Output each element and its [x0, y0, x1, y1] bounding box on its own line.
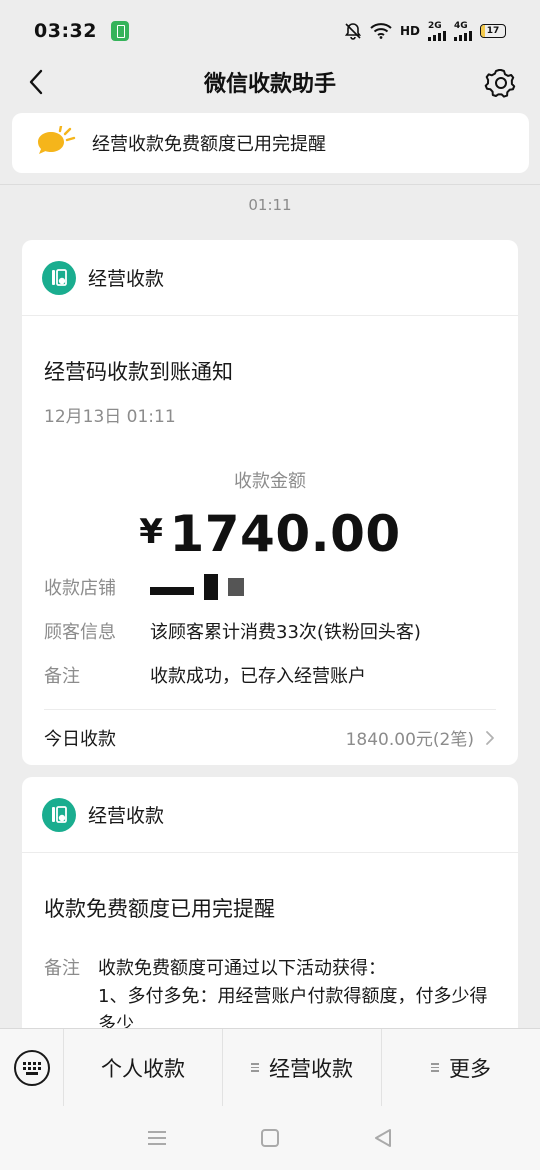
notification-date: 12月13日 01:11: [44, 407, 176, 427]
remark-value: 收款成功，已存入经营账户: [150, 666, 366, 687]
reminder-title: 收款免费额度已用完提醒: [44, 897, 275, 921]
card-header: 经营收款: [22, 240, 518, 316]
reminder-remark-label: 备注: [44, 958, 80, 979]
divider: [0, 184, 540, 185]
back-arrow-icon: [29, 69, 43, 95]
customer-row: 顾客信息 该顾客累计消费33次(铁粉回头客): [44, 609, 496, 653]
today-income-label: 今日收款: [44, 728, 116, 750]
shop-label: 收款店铺: [44, 578, 116, 599]
wifi-icon: [370, 23, 392, 39]
remark-row: 备注 收款成功，已存入经营账户: [44, 653, 496, 697]
card-header-title: 经营收款: [88, 805, 165, 827]
system-navigation-bar: [0, 1106, 540, 1170]
customer-label: 顾客信息: [44, 622, 116, 643]
settings-button[interactable]: [484, 66, 518, 100]
recents-menu-icon[interactable]: [146, 1129, 168, 1147]
battery-saver-icon: [110, 21, 129, 41]
notification-title: 经营码收款到账通知: [44, 360, 233, 384]
notice-banner[interactable]: 经营收款免费额度已用完提醒: [12, 113, 529, 173]
amount-value: 1740.00: [169, 505, 401, 563]
business-payment-logo-icon: [42, 260, 76, 295]
menu-personal-payment-label: 个人收款: [101, 1056, 185, 1081]
customer-value: 该顾客累计消费33次(铁粉回头客): [150, 622, 421, 643]
business-payment-logo-icon: [42, 797, 76, 832]
today-income-row[interactable]: 今日收款 1840.00元(2笔): [44, 709, 496, 765]
status-bar: 03:32 HD 2G 4G 17: [0, 0, 540, 62]
submenu-icon: [431, 1063, 439, 1072]
signal-4g: 4G: [454, 21, 472, 41]
back-triangle-icon[interactable]: [372, 1127, 394, 1149]
signal-2g: 2G: [428, 21, 446, 41]
message-timestamp: 01:11: [248, 196, 292, 214]
battery-icon: 17: [480, 24, 506, 38]
signal-bars-icon: [428, 30, 446, 41]
chevron-right-icon: [486, 730, 494, 745]
bottom-menu: 个人收款 经营收款 更多: [0, 1028, 540, 1107]
hd-label: HD: [399, 24, 420, 38]
home-square-icon[interactable]: [259, 1127, 281, 1149]
keyboard-icon: [13, 1049, 50, 1086]
today-income-value: 1840.00元(2笔): [345, 730, 474, 750]
status-time: 03:32: [34, 20, 97, 42]
menu-more-label: 更多: [449, 1056, 491, 1081]
shop-row: 收款店铺: [44, 565, 496, 609]
reminder-remark-text: 收款免费额度可通过以下活动获得： 1、多付多免：用经营账户付款得额度，付多少得多…: [98, 955, 496, 1039]
nav-bar: 微信收款助手: [0, 62, 540, 102]
payment-notification-card[interactable]: 经营收款 经营码收款到账通知 12月13日 01:11 收款金额 ¥1740.0…: [22, 240, 518, 765]
battery-fill: [481, 25, 486, 37]
notice-text: 经营收款免费额度已用完提醒: [92, 134, 326, 155]
submenu-icon: [251, 1063, 259, 1072]
signal-bars-icon: [454, 30, 472, 41]
currency-symbol: ¥: [139, 512, 164, 552]
menu-personal-payment[interactable]: 个人收款: [64, 1028, 223, 1107]
status-icons: HD 2G 4G 17: [344, 21, 506, 41]
page-title: 微信收款助手: [203, 72, 336, 97]
shop-name-redacted: [150, 574, 244, 600]
back-button[interactable]: [18, 64, 54, 100]
menu-business-payment-label: 经营收款: [269, 1056, 353, 1081]
menu-more[interactable]: 更多: [382, 1029, 540, 1107]
amount: ¥1740.00: [44, 505, 496, 563]
remark-label: 备注: [44, 666, 80, 687]
card-body: 收款免费额度已用完提醒 备注 收款免费额度可通过以下活动获得： 1、多付多免：用…: [22, 893, 518, 1039]
reminder-remark-row: 备注 收款免费额度可通过以下活动获得： 1、多付多免：用经营账户付款得额度，付多…: [44, 955, 496, 1039]
menu-business-payment[interactable]: 经营收款: [223, 1028, 382, 1107]
gear-icon: [484, 69, 516, 98]
card-body: 经营码收款到账通知 12月13日 01:11 收款金额 ¥1740.00 收款店…: [22, 356, 518, 697]
reminder-line-1: 收款免费额度可通过以下活动获得：: [98, 958, 386, 979]
card-header-title: 经营收款: [88, 268, 165, 290]
keyboard-toggle-button[interactable]: [0, 1028, 64, 1107]
card-header: 经营收款: [22, 777, 518, 853]
amount-label: 收款金额: [234, 471, 306, 492]
mute-bell-icon: [344, 23, 362, 40]
speech-bubble-icon: [38, 126, 76, 154]
